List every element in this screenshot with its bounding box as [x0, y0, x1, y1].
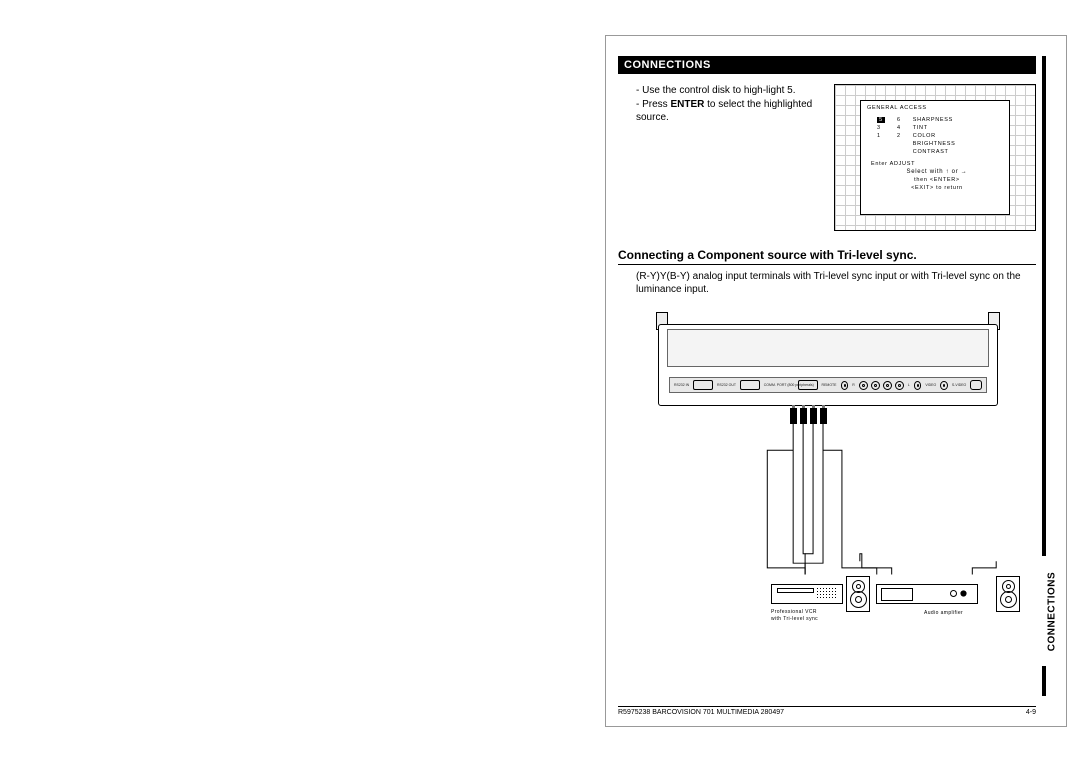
- instruction-line-1: - Use the control disk to high-light 5.: [636, 84, 831, 97]
- rca-4: [895, 381, 904, 390]
- label-video: VIDEO: [925, 383, 936, 387]
- footer-right: 4-9: [1026, 709, 1036, 716]
- woofer-icon: [850, 591, 867, 608]
- osd-col-left: 5 3 1: [877, 117, 885, 155]
- page-footer: R5975238 BARCOVISION 701 MULTIMEDIA 2804…: [618, 706, 1036, 716]
- label-commport: COMM. PORT (800 peripherals): [764, 383, 794, 387]
- osd-exit: <EXIT> to return: [871, 185, 1003, 191]
- osd-item-3: 3: [877, 125, 885, 131]
- label-remote: REMOTE: [822, 383, 837, 387]
- osd-brightness: BRIGHTNESS: [913, 141, 956, 147]
- vcr-device: [771, 584, 843, 604]
- osd-title: GENERAL ACCESS: [867, 105, 1003, 111]
- port-commport: [798, 380, 818, 390]
- body-text: (R-Y)Y(B-Y) analog input terminals with …: [636, 270, 1031, 296]
- speaker-left: [846, 576, 870, 612]
- rca-component: [859, 381, 904, 390]
- osd-item-2: 2: [897, 133, 901, 139]
- vcr-slot: [777, 588, 814, 593]
- label-audio-r: R: [852, 383, 855, 387]
- projector-top-panel: [667, 329, 989, 367]
- osd-then-enter: then <ENTER>: [871, 177, 1003, 183]
- osd-lower: Enter ADJUST Select with ↑ or → then <EN…: [871, 161, 1003, 191]
- label-rs232out: RS232 OUT: [717, 383, 736, 387]
- side-tab-label: CONNECTIONS: [1047, 562, 1058, 662]
- port-rs232in: [693, 380, 713, 390]
- rca-1: [859, 381, 868, 390]
- connector-strip: RS232 IN RS232 OUT COMM. PORT (800 perip…: [669, 377, 987, 393]
- side-tab: CONNECTIONS: [1042, 556, 1060, 666]
- section-header: CONNECTIONS: [618, 56, 1036, 74]
- osd-selected-5: 5: [877, 117, 885, 123]
- port-video: [940, 381, 948, 390]
- subsection-heading: Connecting a Component source with Tri-l…: [618, 248, 1036, 265]
- text: - Press: [636, 99, 670, 110]
- manual-page: CONNECTIONS CONNECTIONS - Use the contro…: [605, 35, 1067, 727]
- connection-diagram: RS232 IN RS232 OUT COMM. PORT (800 perip…: [618, 314, 1036, 624]
- port-svideo: [970, 380, 982, 390]
- osd-grid-background: GENERAL ACCESS 5 3 1 6 4 2 SHARPNESS TIN…: [834, 84, 1036, 231]
- osd-columns: 5 3 1 6 4 2 SHARPNESS TINT COLOR BRIGHTN…: [877, 117, 1003, 155]
- rca-3: [883, 381, 892, 390]
- rca-2: [871, 381, 880, 390]
- projector-body: RS232 IN RS232 OUT COMM. PORT (800 perip…: [658, 324, 998, 406]
- woofer-icon: [1000, 591, 1017, 608]
- instruction-line-2: - Press ENTER to select the highlighted …: [636, 98, 831, 124]
- amp-label: Audio amplifier: [924, 610, 963, 617]
- osd-select-with: Select with ↑ or →: [871, 169, 1003, 175]
- text: with Tri-level sync: [771, 616, 851, 623]
- port-audio-l: [914, 381, 922, 390]
- osd-col-right: SHARPNESS TINT COLOR BRIGHTNESS CONTRAST: [913, 117, 956, 155]
- osd-item-6: 6: [897, 117, 901, 123]
- osd-col-mid: 6 4 2: [897, 117, 901, 155]
- osd-color: COLOR: [913, 133, 956, 139]
- footer-left: R5975238 BARCOVISION 701 MULTIMEDIA 2804…: [618, 709, 784, 716]
- speaker-right: [996, 576, 1020, 612]
- cable-paths: [618, 422, 1036, 582]
- port-remote: [841, 381, 849, 390]
- label-audio-l: L: [908, 383, 910, 387]
- vcr-controls: [816, 587, 838, 599]
- osd-sharpness: SHARPNESS: [913, 117, 956, 123]
- osd-enter-adjust: Enter ADJUST: [871, 161, 1003, 167]
- osd-item-1: 1: [877, 133, 885, 139]
- osd-contrast: CONTRAST: [913, 149, 956, 155]
- port-rs232out: [740, 380, 760, 390]
- amplifier-device: [876, 584, 978, 604]
- label-rs232in: RS232 IN: [674, 383, 689, 387]
- projector-rear: RS232 IN RS232 OUT COMM. PORT (800 perip…: [658, 314, 998, 414]
- osd-tint: TINT: [913, 125, 956, 131]
- vcr-label: Professional VCR with Tri-level sync: [771, 609, 851, 622]
- osd-item-4: 4: [897, 125, 901, 131]
- label-svideo: S-VIDEO: [952, 383, 966, 387]
- osd-menu: GENERAL ACCESS 5 3 1 6 4 2 SHARPNESS TIN…: [860, 100, 1010, 215]
- enter-keyword: ENTER: [670, 99, 704, 110]
- instruction-text: - Use the control disk to high-light 5. …: [636, 84, 831, 125]
